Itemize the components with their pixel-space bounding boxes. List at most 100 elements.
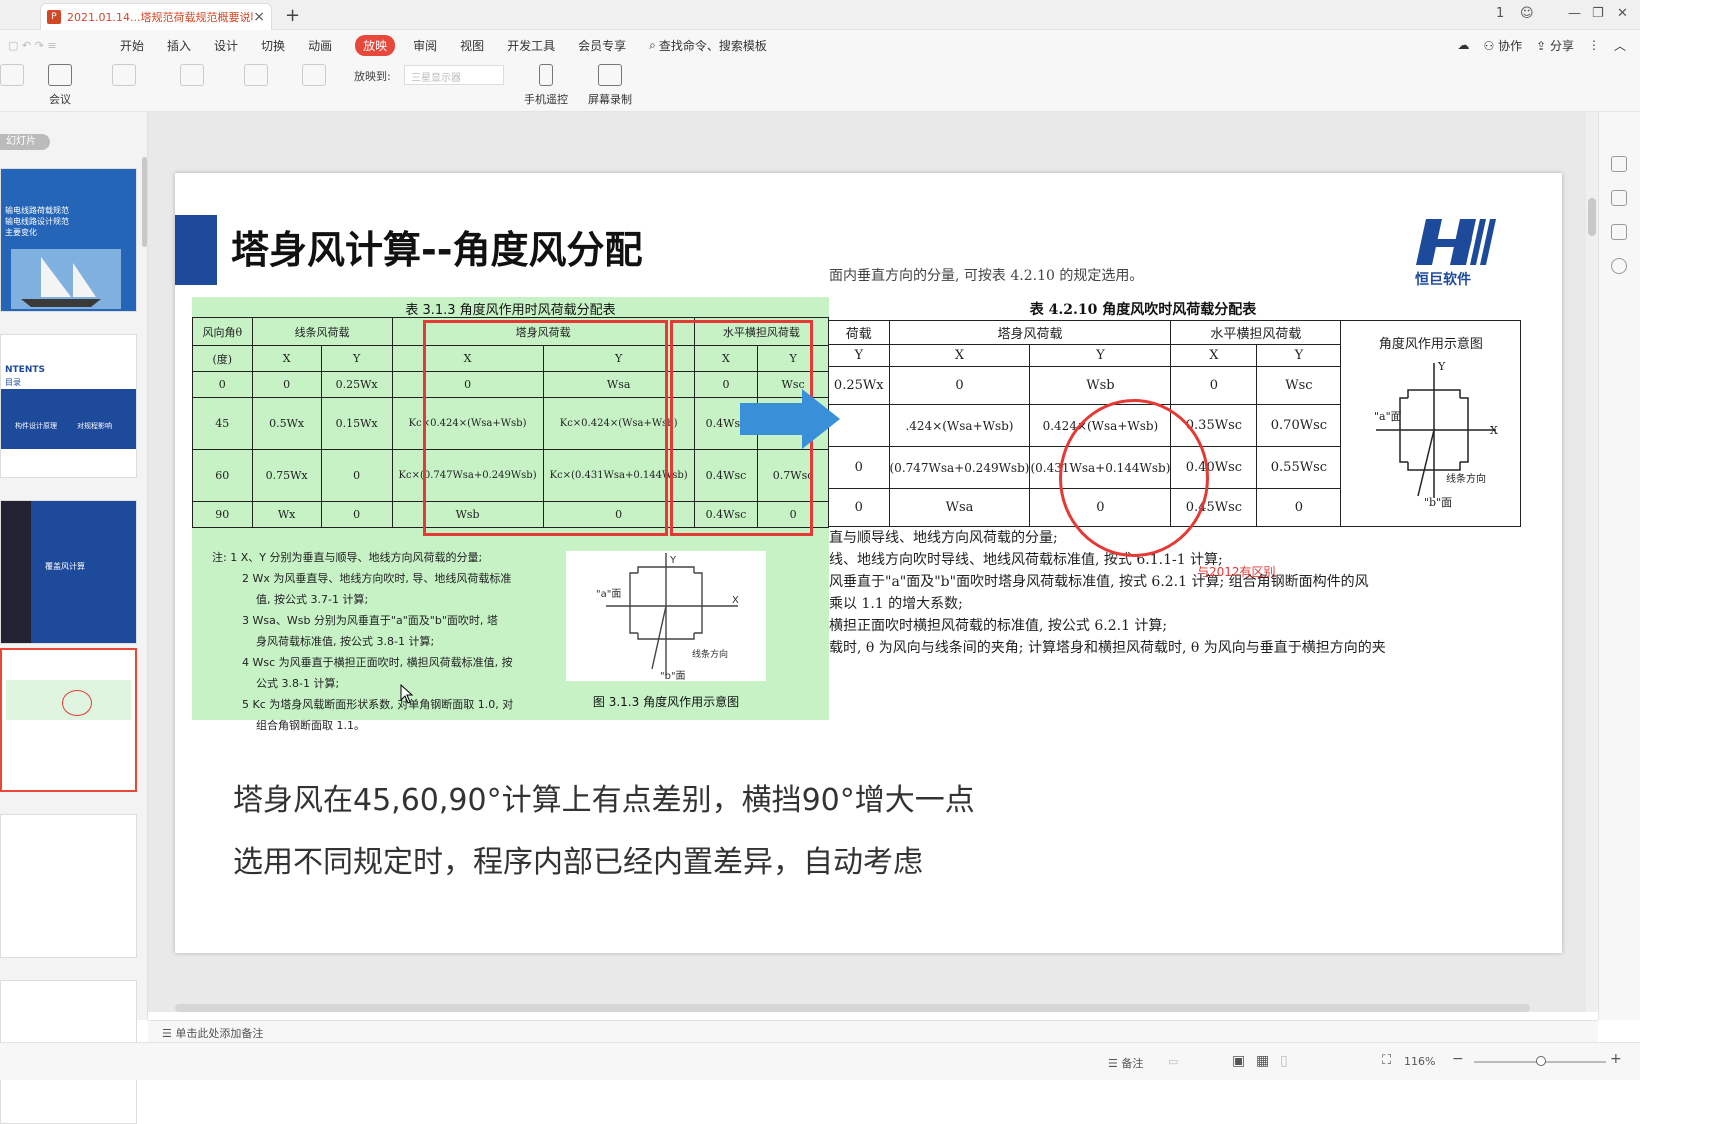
- note-line-2: 2 Wx 为风垂直导、地线方向吹时, 导、地线风荷载标准: [242, 572, 512, 585]
- phone-remote-button[interactable]: 手机遥控: [524, 64, 568, 107]
- doc-line-2: 线、地线方向吹时导线、地线风荷载标准值, 按式 6.1.1-1 计算;: [829, 552, 1223, 568]
- t2-r4c5: 0: [1256, 488, 1342, 527]
- menu-developer[interactable]: 开发工具: [507, 37, 555, 54]
- t1-r4c1: 90: [192, 501, 253, 528]
- menu-animation[interactable]: 动画: [308, 37, 332, 54]
- slide-thumbnail-1[interactable]: 输电线路荷载规范 输电线路设计规范 主要变化: [0, 168, 137, 312]
- t2-head-crossarm: 水平横担风荷载: [1170, 320, 1342, 345]
- vertical-scrollbar[interactable]: [1586, 112, 1598, 1012]
- note-line-6: 4 Wsc 为风垂直于横担正面吹时, 横担风荷载标准值, 按: [242, 656, 513, 669]
- horizontal-scrollbar[interactable]: [160, 1004, 1580, 1012]
- close-tab-icon[interactable]: ×: [253, 9, 265, 25]
- record-icon: [598, 64, 622, 86]
- properties-icon[interactable]: [1611, 156, 1627, 172]
- new-tab-button[interactable]: +: [285, 5, 300, 26]
- d1-y-label: Y: [669, 555, 677, 566]
- t1-r1c3: 0.25Wx: [320, 371, 393, 398]
- fit-window-icon[interactable]: ⛶: [1382, 1053, 1391, 1068]
- menu-insert[interactable]: 插入: [167, 37, 191, 54]
- ribbon-setup-button[interactable]: [244, 64, 268, 91]
- reading-view-icon[interactable]: ▯: [1280, 1053, 1288, 1069]
- notes-placeholder: 单击此处添加备注: [175, 1027, 264, 1040]
- menu-view[interactable]: 视图: [460, 37, 484, 54]
- t2-r4c2: Wsa: [888, 488, 1031, 527]
- slide-thumbnail-3[interactable]: 覆盖风计算: [0, 500, 137, 644]
- normal-view-icon[interactable]: ▣: [1232, 1053, 1245, 1069]
- t2-diag-b: "b"面: [1424, 496, 1452, 508]
- table1-notes: 注: 1 X、Y 分别为垂直与顺导、地线方向风荷载的分量; 2 Wx 为风垂直导…: [212, 547, 532, 736]
- t2-r1c2: 0: [888, 366, 1031, 405]
- close-window-button[interactable]: ✕: [1617, 6, 1628, 21]
- command-search-text: 查找命令、搜索模板: [658, 38, 767, 53]
- collaborate-label: 协作: [1498, 38, 1523, 53]
- summary-line-2: 选用不同规定时，程序内部已经内置差异，自动考虑: [233, 845, 923, 880]
- horizontal-scroll-thumb[interactable]: [175, 1004, 1530, 1012]
- cloud-icon[interactable]: ☁: [1458, 38, 1470, 52]
- menu-bar: ▢ ↶ ↷ ≡ 开始 插入 设计 切换 动画 放映 审阅 视图 开发工具 会员专…: [0, 30, 1640, 60]
- slide-thumbnail-5[interactable]: [0, 814, 137, 958]
- grid-view-icon[interactable]: ▦: [1256, 1053, 1269, 1069]
- t1-head-line: 线条风荷载: [251, 317, 393, 346]
- t1-r4c2: Wx: [251, 501, 322, 528]
- collaborate-button[interactable]: ⚇ 协作: [1484, 37, 1523, 54]
- collapse-ribbon-icon[interactable]: ︿: [1614, 37, 1626, 54]
- command-search[interactable]: ⌕ 查找命令、搜索模板: [649, 37, 767, 54]
- slide-thumbnail-4-current[interactable]: [0, 648, 137, 792]
- user-avatar-icon[interactable]: ☺: [1520, 6, 1534, 21]
- slide-thumbnail-panel: 幻灯片 输电线路荷载规范 输电线路设计规范 主要变化 NTENTS 目录 构件设…: [0, 112, 148, 1124]
- notes-toggle[interactable]: ☰ 备注: [1108, 1055, 1143, 1071]
- ribbon-rehearse-button[interactable]: [180, 64, 204, 91]
- ship-image: [11, 249, 121, 309]
- meeting-label: 会议: [49, 93, 71, 106]
- zoom-in-button[interactable]: +: [1610, 1051, 1622, 1067]
- menu-design[interactable]: 设计: [214, 37, 238, 54]
- more-icon[interactable]: ⋮: [1588, 38, 1600, 52]
- meeting-button[interactable]: 会议: [48, 64, 72, 107]
- help-icon[interactable]: [1611, 258, 1627, 274]
- ppt-file-icon: P: [47, 10, 61, 24]
- menu-slideshow[interactable]: 放映: [355, 34, 396, 56]
- window-count-badge[interactable]: 1: [1496, 6, 1504, 21]
- difference-label: 与2012有区别: [1197, 565, 1276, 579]
- collaborate-icon: ⚇: [1483, 38, 1499, 53]
- comment-icon[interactable]: ▭: [1168, 1055, 1178, 1068]
- minimize-button[interactable]: —: [1568, 6, 1581, 21]
- share-button[interactable]: ⇪ 分享: [1536, 37, 1574, 54]
- t2-sub-x3: X: [1170, 344, 1258, 367]
- doc-line-6: 载时, θ 为风向与线条间的夹角; 计算塔身和横担风荷载时, θ 为风向与垂直于…: [829, 640, 1386, 656]
- t2-r2c2: .424×(Wsa+Wsb): [888, 404, 1031, 447]
- vertical-scroll-thumb[interactable]: [1588, 198, 1596, 236]
- ribbon-start-button[interactable]: [0, 64, 24, 91]
- right-tool-panel: [1598, 112, 1640, 1020]
- quick-access-toolbar[interactable]: ▢ ↶ ↷ ≡: [0, 39, 120, 52]
- slide-thumbnail-2[interactable]: NTENTS 目录 构件设计原理 对规程影响: [0, 334, 137, 478]
- t2-r3c2: (0.747Wsa+0.249Wsb): [888, 446, 1031, 489]
- style-icon[interactable]: [1611, 190, 1627, 206]
- d1-x-label: X: [732, 595, 739, 606]
- ribbon-hide-button[interactable]: [302, 64, 326, 91]
- t2-sub-y1: Y: [829, 344, 890, 367]
- menu-member[interactable]: 会员专享: [578, 37, 626, 54]
- play-to-select[interactable]: 三星显示器: [404, 65, 504, 85]
- t1-r4c3: 0: [320, 501, 393, 528]
- ribbon-custom-button[interactable]: [112, 64, 136, 91]
- zoom-slider-thumb[interactable]: [1536, 1056, 1546, 1066]
- t2-diagram-cell: 角度风作用示意图 X Y "a"面 "b"面 线条方向: [1340, 320, 1522, 527]
- note-line-5: 身风荷载标准值, 按公式 3.8-1 计算;: [256, 635, 435, 648]
- zoom-out-button[interactable]: −: [1452, 1051, 1464, 1067]
- doc-line-1: 直与顺导线、地线方向风荷载的分量;: [829, 530, 1058, 546]
- menu-transition[interactable]: 切换: [261, 37, 285, 54]
- screen-record-button[interactable]: 屏幕录制: [588, 64, 632, 107]
- restore-button[interactable]: ❐: [1592, 6, 1604, 21]
- backup-icon[interactable]: [1611, 224, 1627, 240]
- notes-input[interactable]: ☰ 单击此处添加备注: [148, 1020, 1598, 1042]
- menu-home[interactable]: 开始: [120, 37, 144, 54]
- slideshow-icon: [0, 64, 24, 86]
- notes-toggle-icon: ☰: [1108, 1057, 1122, 1070]
- zoom-level[interactable]: 116%: [1404, 1055, 1435, 1068]
- menu-review[interactable]: 审阅: [413, 37, 437, 54]
- ribbon: 会议 放映到: 三星显示器 手机遥控 屏幕录制: [0, 60, 1640, 112]
- current-slide[interactable]: 塔身风计算--角度风分配 恒巨软件 面内垂直方向的分量, 可按表 4.2.10 …: [175, 173, 1562, 953]
- document-tab[interactable]: P 2021.01.14...塔规范荷载规范概要说明 ×: [40, 3, 272, 30]
- thumbnail-scrollbar[interactable]: [142, 157, 147, 247]
